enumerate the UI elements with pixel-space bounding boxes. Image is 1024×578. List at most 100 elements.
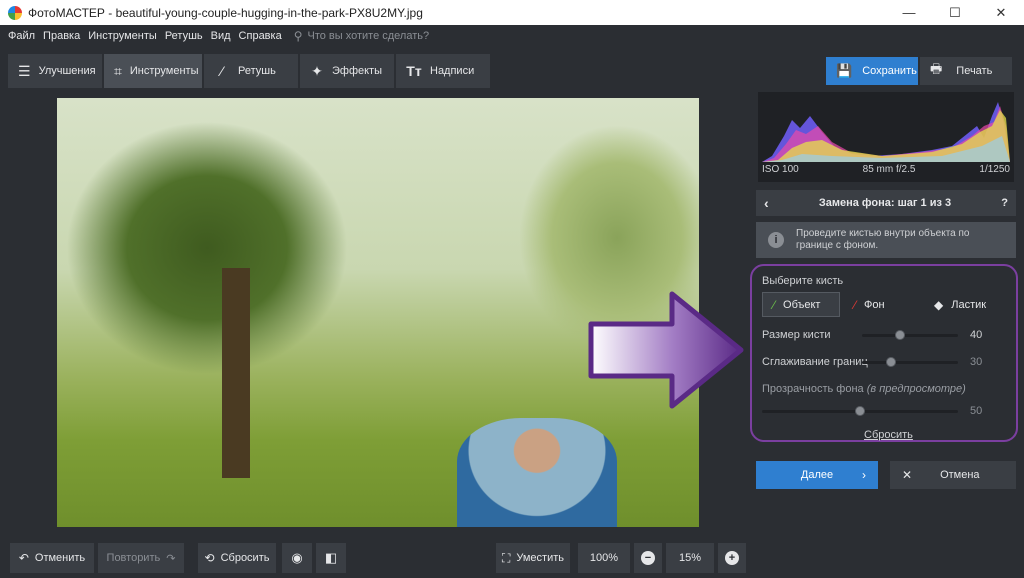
close-icon: ✕ (902, 468, 913, 482)
info-text: Проведите кистью внутри объекта по грани… (796, 228, 970, 252)
redo-button[interactable]: Повторить ↷ (98, 543, 184, 573)
edge-smooth-value: 30 (970, 356, 983, 368)
sliders-icon: ☰ (18, 62, 31, 79)
redo-label: Повторить (106, 552, 161, 564)
tree-trunk (222, 268, 250, 478)
brush-background-label: Фон (864, 298, 885, 311)
fit-icon: ⛶ (501, 550, 511, 565)
undo-icon: ↶ (18, 551, 29, 565)
info-text-line1: Проведите кистью внутри объекта по (796, 228, 970, 239)
help-icon[interactable]: ? (1001, 197, 1008, 209)
tab-enhancements[interactable]: ☰ Улучшения (8, 54, 102, 88)
tab-label: Ретушь (238, 65, 276, 77)
zoom-in-button[interactable]: + (718, 543, 746, 573)
menu-help[interactable]: Справка (239, 30, 282, 42)
bg-opacity-label-text: Прозрачность фона (762, 383, 864, 395)
tab-captions[interactable]: Tт Надписи (396, 54, 490, 88)
brush-background-button[interactable]: ⁄ Фон (854, 292, 885, 317)
step-header: ‹ Замена фона: шаг 1 из 3 ? (756, 190, 1016, 216)
bg-opacity-hint: (в предпросмотре) (866, 383, 966, 395)
printer-icon: 🖶 (930, 61, 943, 76)
zoom-value: 15% (678, 552, 702, 564)
zoom-out-button[interactable]: − (634, 543, 662, 573)
info-text-line2: границе с фоном. (796, 240, 879, 251)
search-placeholder: Что вы хотите сделать? (307, 30, 430, 42)
bg-opacity-knob[interactable] (855, 406, 865, 416)
edge-smooth-knob[interactable] (885, 357, 896, 367)
maximize-button[interactable]: ☐ (932, 0, 978, 25)
eye-icon: ◉ (291, 550, 303, 565)
menu-retouch[interactable]: Ретушь (165, 30, 203, 42)
brush-green-icon: ⁄ (773, 297, 776, 312)
brush-object-label: Объект (783, 298, 821, 311)
menu-file[interactable]: Файл (8, 30, 35, 42)
window-controls: — ☐ ✕ (886, 0, 1024, 25)
cancel-button[interactable]: ✕ Отмена (890, 461, 1016, 489)
undo-label: Отменить (34, 552, 86, 564)
bg-opacity-value: 50 (970, 405, 983, 417)
magic-wand-icon: ✦ (311, 62, 323, 79)
info-icon: i (768, 232, 784, 248)
histogram-graph (762, 102, 1010, 162)
info-hint: i Проведите кистью внутри объекта по гра… (756, 222, 1016, 258)
chevron-right-icon: › (862, 468, 866, 482)
brush-select-label: Выберите кисть (762, 275, 844, 287)
reset-link[interactable]: Сбросить (864, 429, 913, 441)
title-bar: ФотоМАСТЕР - beautiful-young-couple-hugg… (0, 0, 1024, 25)
next-label: Далее (800, 469, 834, 481)
preview-toggle-button[interactable]: ◉ (282, 543, 312, 573)
brush-size-track[interactable] (862, 334, 958, 337)
menu-search[interactable]: ⚲ Что вы хотите сделать? (294, 29, 429, 43)
brush-object-button[interactable]: ⁄ Объект (762, 292, 840, 317)
tab-label: Инструменты (129, 65, 199, 77)
next-button[interactable]: Далее › (756, 461, 878, 489)
print-button[interactable]: 🖶 Печать (920, 57, 1012, 85)
shutter-value: 1/1250 (979, 164, 1010, 175)
tab-tools[interactable]: ⌗ Инструменты (104, 54, 202, 88)
brush-eraser-label: Ластик (951, 298, 987, 311)
save-button[interactable]: 💾 Сохранить (826, 57, 918, 85)
menu-bar: Файл Правка Инструменты Ретушь Вид Справ… (0, 25, 1024, 47)
tab-label: Надписи (430, 65, 475, 77)
app-logo-icon (8, 5, 22, 20)
minimize-button[interactable]: — (886, 0, 932, 25)
print-label: Печать (956, 65, 993, 77)
edge-smooth-track[interactable] (862, 361, 958, 364)
fit-label: Уместить (516, 552, 565, 564)
back-chevron-icon[interactable]: ‹ (764, 195, 769, 211)
step-title: Замена фона: шаг 1 из 3 (818, 197, 952, 209)
eraser-icon: ◆ (934, 297, 944, 312)
brush-icon: ⁄ (220, 63, 224, 79)
window-title: ФотоМАСТЕР - beautiful-young-couple-hugg… (28, 5, 423, 20)
lens-value: 85 mm f/2.5 (862, 164, 916, 175)
tab-retouch[interactable]: ⁄ Ретушь (204, 54, 298, 88)
floppy-icon: 💾 (836, 63, 853, 78)
compare-button[interactable]: ◧ (316, 543, 346, 573)
undo-button[interactable]: ↶ Отменить (10, 543, 94, 573)
edge-smooth-label: Сглаживание границ (762, 356, 868, 368)
fit-button[interactable]: ⛶ Уместить (496, 543, 570, 573)
search-icon: ⚲ (293, 29, 303, 43)
brush-red-icon: ⁄ (854, 297, 857, 312)
minus-icon: − (641, 551, 655, 565)
purple-arrow-icon (588, 291, 744, 409)
crop-icon: ⌗ (114, 62, 122, 79)
couple-subject (457, 418, 617, 527)
close-button[interactable]: ✕ (978, 0, 1024, 25)
reset-icon: ⟲ (204, 551, 215, 565)
reset-button[interactable]: ⟲ Сбросить (198, 543, 276, 573)
tab-label: Улучшения (38, 65, 96, 77)
tab-effects[interactable]: ✦ Эффекты (300, 54, 394, 88)
menu-edit[interactable]: Правка (43, 30, 80, 42)
zoom-value-field[interactable]: 15% (666, 543, 714, 573)
text-icon: Tт (406, 63, 422, 79)
redo-icon: ↷ (166, 552, 176, 565)
save-label: Сохранить (862, 65, 917, 77)
brush-eraser-button[interactable]: ◆ Ластик (934, 292, 986, 317)
histogram: ISO 100 85 mm f/2.5 1/1250 (758, 92, 1014, 182)
zoom-100-button[interactable]: 100% (578, 543, 630, 573)
menu-tools[interactable]: Инструменты (88, 30, 157, 42)
iso-value: ISO 100 (762, 164, 799, 175)
menu-view[interactable]: Вид (211, 30, 231, 42)
exif-info: ISO 100 85 mm f/2.5 1/1250 (762, 164, 1010, 175)
